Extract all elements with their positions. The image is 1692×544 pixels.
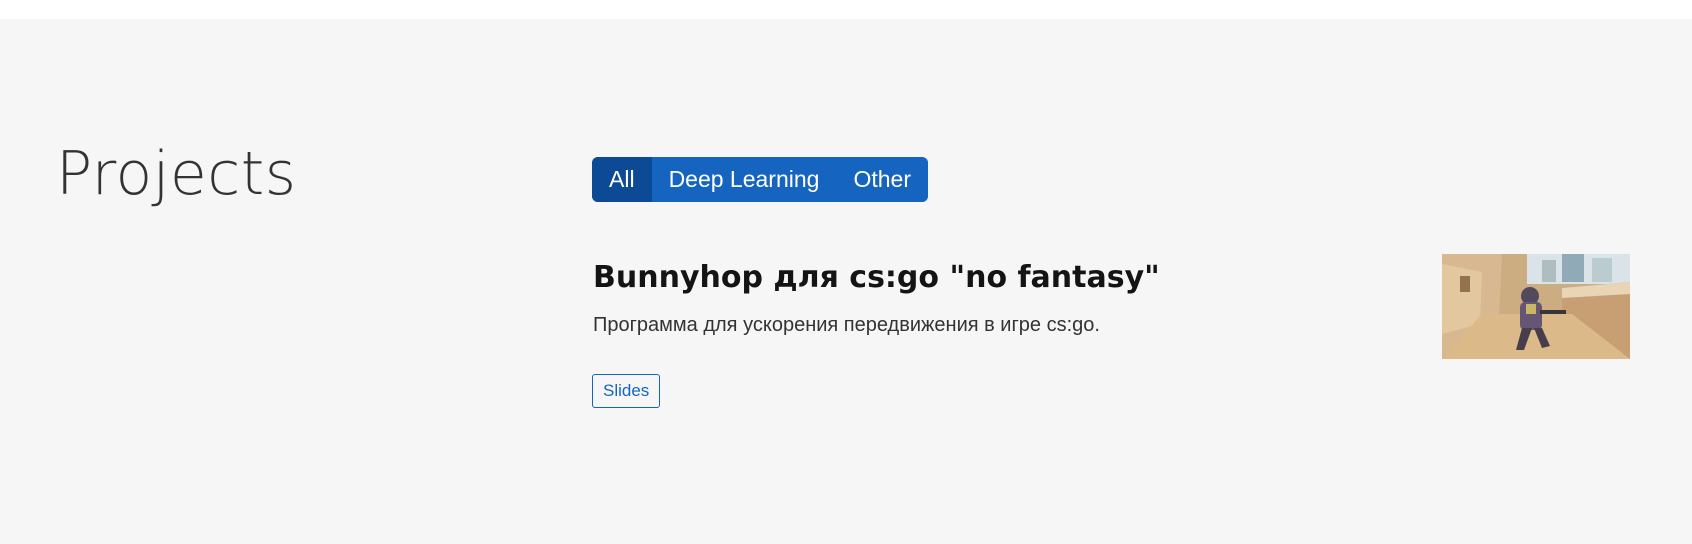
- project-filter-group: All Deep Learning Other: [592, 157, 928, 202]
- slides-button[interactable]: Slides: [592, 374, 661, 408]
- project-title[interactable]: Bunnyhop для cs:go "no fantasy": [593, 258, 1160, 298]
- project-summary: Программа для ускорения передвижения в и…: [593, 314, 1100, 336]
- page: Projects All Deep Learning Other Bunnyho…: [0, 0, 1692, 544]
- filter-other-button[interactable]: Other: [836, 157, 928, 202]
- project-thumbnail[interactable]: [1442, 254, 1630, 359]
- top-navbar: [0, 0, 1692, 19]
- thumbnail-image: [1442, 254, 1630, 359]
- filter-all-button[interactable]: All: [592, 157, 652, 202]
- section-title: Projects: [56, 139, 297, 209]
- filter-deep-learning-button[interactable]: Deep Learning: [651, 157, 837, 202]
